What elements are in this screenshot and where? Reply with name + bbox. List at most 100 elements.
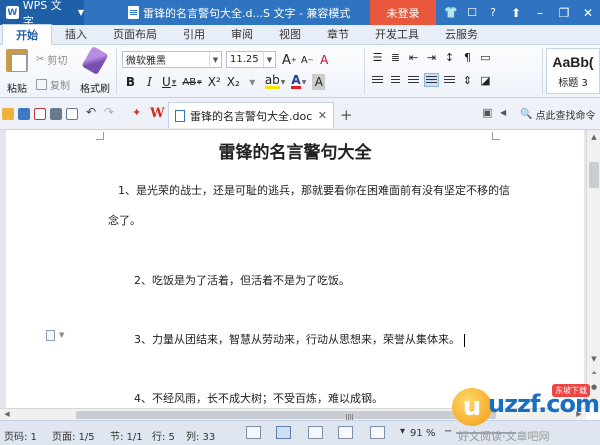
outline-view-icon[interactable] <box>308 426 323 439</box>
device-icon[interactable]: ▣ <box>482 106 494 119</box>
app-menu-button[interactable]: W WPS 文字 ▼ <box>0 0 84 28</box>
distributed-icon[interactable] <box>442 73 457 87</box>
scroll-down-icon[interactable]: ▼ <box>587 352 600 366</box>
shading-icon[interactable]: ◪ <box>478 73 493 87</box>
close-button[interactable]: ✕ <box>576 0 600 25</box>
tab-insert[interactable]: 插入 <box>52 24 100 44</box>
undo-icon[interactable]: ↶ <box>86 105 98 119</box>
document-paragraph[interactable]: 1、是光荣的战士，还是可耻的逃兵，那就要看你在困难面前有没有坚定不移的信 <box>118 182 510 198</box>
paragraph-margin-icon[interactable] <box>46 330 55 341</box>
font-color-button[interactable]: A ▼ <box>291 74 306 90</box>
bold-button[interactable]: B <box>124 74 137 90</box>
outdent-icon[interactable]: ⇤ <box>406 50 421 64</box>
status-page[interactable]: 页面: 1/5 <box>52 428 95 443</box>
tab-chapter[interactable]: 章节 <box>314 24 362 44</box>
scroll-up-icon[interactable]: ▲ <box>587 130 600 144</box>
minimize-button[interactable]: – <box>528 0 552 25</box>
help-icon[interactable]: ? <box>486 6 500 20</box>
copy-icon <box>36 78 47 90</box>
print-preview-icon[interactable] <box>66 108 78 120</box>
tab-home[interactable]: 开始 <box>2 24 52 45</box>
numbered-list-icon[interactable]: ≣ <box>388 50 403 64</box>
full-screen-view-icon[interactable] <box>246 426 261 439</box>
document-paragraph[interactable]: 3、力量从团结来，智慧从劳动来，行动从思想来，荣誉从集体来。 <box>134 331 465 347</box>
eye-protection-icon[interactable]: ▾ <box>400 426 405 437</box>
text-effect-button[interactable]: ▾ <box>246 74 259 90</box>
pin-icon[interactable]: ✦ <box>132 106 144 119</box>
sort-icon[interactable]: ↕ <box>442 50 457 64</box>
font-size-select[interactable]: 11.25 ▼ <box>226 51 276 68</box>
previous-page-icon[interactable]: ⏶ <box>587 366 600 380</box>
brush-icon <box>81 46 109 75</box>
indent-icon[interactable]: ⇥ <box>424 50 439 64</box>
scroll-left-icon[interactable]: ◀ <box>0 408 14 420</box>
copy-button[interactable]: 复制 <box>36 76 70 92</box>
borders-icon[interactable]: ▭ <box>478 50 493 64</box>
highlighter-icon: ab <box>264 73 280 89</box>
page-view-icon[interactable] <box>276 426 291 439</box>
document-heading[interactable]: 雷锋的名言警句大全 <box>6 138 584 163</box>
highlight-button[interactable]: ab ▼ <box>264 73 285 90</box>
document-paragraph[interactable]: 4、不经风雨，长不成大树；不受百炼，难以成钢。 <box>134 390 383 406</box>
grow-font-button[interactable]: A + <box>282 52 297 68</box>
shrink-font-button[interactable]: A − <box>301 52 314 68</box>
tab-references[interactable]: 引用 <box>170 24 218 44</box>
close-icon[interactable]: ✕ <box>318 109 327 122</box>
tab-review[interactable]: 审阅 <box>218 24 266 44</box>
web-view-icon[interactable] <box>338 426 353 439</box>
subscript-button[interactable]: X₂ <box>227 74 240 90</box>
align-center-icon[interactable] <box>388 73 403 87</box>
document-tab[interactable]: 雷锋的名言警句大全.doc ✕ <box>168 102 334 128</box>
print-icon[interactable] <box>50 108 62 120</box>
document-paragraph[interactable]: 念了。 <box>108 212 141 228</box>
justify-icon[interactable] <box>424 73 439 87</box>
vertical-scrollbar[interactable]: ▲ ▼ ⏶ ● ⏷ <box>586 130 600 408</box>
style-gallery-item[interactable]: AaBb( 标题 3 <box>546 48 600 94</box>
strikethrough-button[interactable]: AB ▼ <box>182 74 201 90</box>
tab-cloud[interactable]: 云服务 <box>432 24 491 44</box>
superscript-button[interactable]: X² <box>208 74 221 90</box>
chevron-down-icon: ▼ <box>197 78 202 86</box>
font-size-value: 11.25 <box>230 54 259 65</box>
align-right-icon[interactable] <box>406 73 421 87</box>
chevron-left-icon[interactable]: ◀ <box>500 108 512 120</box>
document-page[interactable]: 雷锋的名言警句大全 1、是光荣的战士，还是可耻的逃兵，那就要看你在困难面前有没有… <box>6 130 584 408</box>
zoom-value[interactable]: 91 % <box>410 428 435 439</box>
document-paragraph[interactable]: 2、吃饭是为了活着，但活着不是为了吃饭。 <box>134 272 350 288</box>
line-spacing-icon[interactable]: ⇕ <box>460 73 475 87</box>
new-tab-button[interactable]: + <box>340 106 353 124</box>
command-search[interactable]: 🔍 点此查找命令 <box>520 107 595 122</box>
save-icon[interactable] <box>18 108 30 120</box>
comment-icon[interactable]: ☐ <box>465 6 479 20</box>
document-tab-label: 雷锋的名言警句大全.doc <box>190 109 313 123</box>
show-marks-icon[interactable]: ¶ <box>460 50 475 64</box>
open-folder-icon[interactable] <box>2 108 14 120</box>
reading-view-icon[interactable] <box>370 426 385 439</box>
shirt-skin-icon[interactable]: 👕 <box>444 6 458 20</box>
vertical-scroll-thumb[interactable] <box>589 162 599 188</box>
tab-developer[interactable]: 开发工具 <box>362 24 432 44</box>
horizontal-scroll-thumb[interactable] <box>76 411 496 420</box>
export-pdf-icon[interactable] <box>34 108 46 120</box>
wps-w-logo-icon[interactable]: W <box>150 106 165 121</box>
restore-toolbar-icon[interactable]: ⬆ <box>504 0 528 25</box>
underline-button[interactable]: U ▼ <box>162 74 176 90</box>
chevron-down-icon[interactable]: ▼ <box>59 331 64 339</box>
italic-button[interactable]: I <box>143 74 156 90</box>
redo-icon[interactable]: ↷ <box>104 105 116 119</box>
login-button[interactable]: 未登录 <box>370 0 436 25</box>
align-left-icon[interactable] <box>370 73 385 87</box>
document-canvas[interactable]: 雷锋的名言警句大全 1、是光荣的战士，还是可耻的逃兵，那就要看你在困难面前有没有… <box>0 130 586 408</box>
clear-format-button[interactable]: A <box>318 52 331 68</box>
document-icon <box>128 6 139 19</box>
bullet-list-icon[interactable]: ☰ <box>370 50 385 64</box>
cut-button[interactable]: ✂ 剪切 <box>36 51 70 67</box>
tab-page-layout[interactable]: 页面布局 <box>100 24 170 44</box>
tab-view[interactable]: 视图 <box>266 24 314 44</box>
format-painter-button[interactable]: 格式刷 <box>78 46 112 95</box>
font-name-select[interactable]: 微软雅黑 ▼ <box>122 51 222 68</box>
maximize-button[interactable]: ❐ <box>552 0 576 25</box>
watermark-badge: 东坡下载 <box>552 384 590 397</box>
char-shading-button[interactable]: A <box>312 74 326 90</box>
paste-button[interactable]: 粘贴 <box>2 47 32 95</box>
